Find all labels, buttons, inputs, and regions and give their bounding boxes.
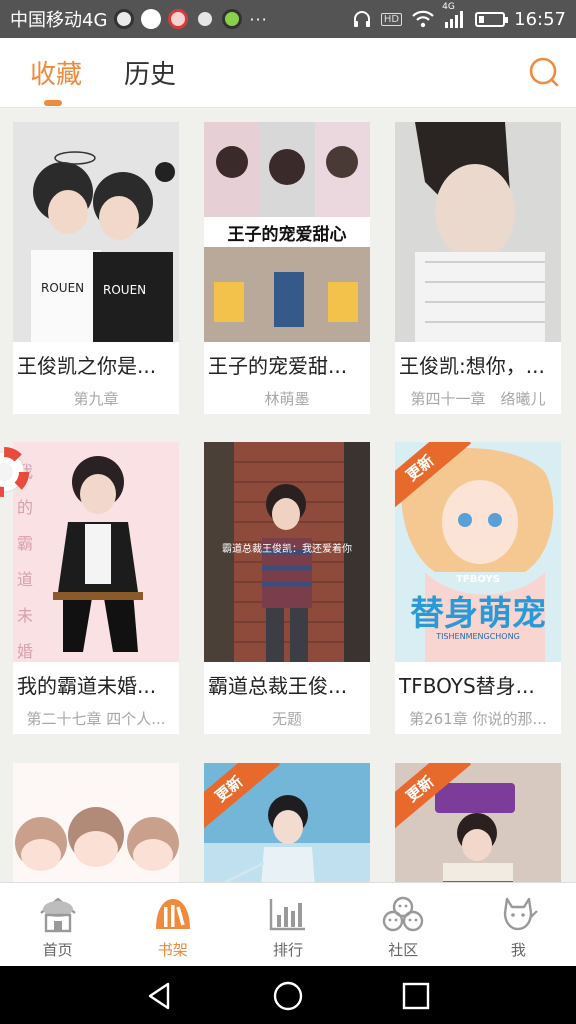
signal-icon xyxy=(445,11,464,28)
book-card[interactable]: ROUEN ROUEN 王俊凯之你是... 第九章 xyxy=(13,122,179,414)
book-title: 王子的宠爱甜... xyxy=(208,354,348,378)
recent-apps-icon[interactable] xyxy=(400,980,432,1012)
book-card[interactable]: 更新 xyxy=(395,763,561,882)
book-title: 王俊凯:想你，... xyxy=(399,354,545,378)
book-card[interactable]: 我的霸道未婚妻 我的霸道未婚... 第二十七章 四个人... xyxy=(13,442,179,734)
home-button-icon[interactable] xyxy=(272,980,304,1012)
book-subtitle: 林萌墨 xyxy=(264,390,310,408)
back-icon[interactable] xyxy=(144,980,176,1012)
book-cover: 霸道总裁王俊凯：我还爱着你 xyxy=(204,442,370,662)
book-cover xyxy=(395,122,561,342)
tab-history[interactable]: 历史 xyxy=(124,54,176,91)
svg-text:ROUEN: ROUEN xyxy=(41,281,84,295)
nav-community[interactable]: 社区 xyxy=(346,883,461,966)
nav-profile[interactable]: 我 xyxy=(461,883,576,966)
cover-text: 霸道总裁王俊凯：我还爱着你 xyxy=(222,544,352,555)
cover-text: 王子的宠爱甜心 xyxy=(227,225,347,245)
network-type-label: 4G xyxy=(442,2,455,12)
nav-label: 社区 xyxy=(388,941,419,959)
home-icon xyxy=(39,897,76,933)
nav-label: 书架 xyxy=(157,941,188,959)
more-notifications-indicator: ··· xyxy=(249,9,268,29)
ranking-icon xyxy=(269,899,305,931)
carrier-label: 中国移动4G xyxy=(10,10,108,31)
cover-text-en: TFBOYS xyxy=(456,574,500,585)
status-bar: 中国移动4G ··· HD 4G 16:57 xyxy=(0,0,576,38)
wifi-icon xyxy=(412,10,434,28)
book-subtitle: 第九章 xyxy=(73,390,119,408)
headphones-icon xyxy=(353,11,370,27)
hd-voice-badge: HD xyxy=(380,12,403,26)
cover-text-small: TISHENMENGCHONG xyxy=(436,632,520,641)
book-title: 霸道总裁王俊... xyxy=(208,674,348,698)
book-cover: 更新 xyxy=(204,763,370,882)
header-tabs: 收藏 历史 xyxy=(0,38,576,108)
app-notification-icon xyxy=(141,9,162,29)
search-icon[interactable] xyxy=(526,56,560,90)
bookshelf-icon xyxy=(155,899,190,929)
nav-home[interactable]: 首页 xyxy=(0,883,115,966)
book-cover: 我的霸道未婚妻 xyxy=(13,442,179,662)
system-nav-bar xyxy=(0,966,576,1024)
book-title: 我的霸道未婚... xyxy=(17,674,157,698)
book-title: TFBOYS替身... xyxy=(399,674,535,698)
community-icon xyxy=(383,896,424,932)
book-card[interactable]: TFBOYS 替身萌宠 TISHENMENGCHONG 更新 TFBOYS替身.… xyxy=(395,442,561,734)
book-card[interactable]: 更新 xyxy=(204,763,370,882)
bottom-nav: 首页 书架 排行 社区 我 xyxy=(0,882,576,966)
tab-favorites[interactable]: 收藏 xyxy=(30,54,82,91)
book-title: 王俊凯之你是... xyxy=(17,354,157,378)
nav-label: 我 xyxy=(510,941,526,959)
app-screen: 中国移动4G ··· HD 4G 16:57 收藏 历史 ROUEN ROUEN… xyxy=(0,0,576,1024)
nav-bookshelf[interactable]: 书架 xyxy=(115,883,230,966)
book-card[interactable] xyxy=(13,763,179,882)
nav-ranking[interactable]: 排行 xyxy=(230,883,345,966)
book-cover: TFBOYS 替身萌宠 TISHENMENGCHONG 更新 xyxy=(395,442,561,662)
book-subtitle: 第二十七章 四个人... xyxy=(26,710,166,728)
book-subtitle: 第261章 你说的那... xyxy=(409,710,547,728)
nav-label: 排行 xyxy=(273,941,304,959)
nav-label: 首页 xyxy=(42,941,73,959)
book-subtitle: 第四十一章 络曦儿 xyxy=(410,390,546,408)
book-cover: ROUEN ROUEN xyxy=(13,122,179,342)
book-card[interactable]: 王俊凯:想你，... 第四十一章 络曦儿 xyxy=(395,122,561,414)
app-notification-icon xyxy=(114,9,135,29)
profile-icon xyxy=(504,897,539,931)
book-card[interactable]: 霸道总裁王俊凯：我还爱着你 霸道总裁王俊... 无题 xyxy=(204,442,370,734)
book-subtitle: 无题 xyxy=(271,710,302,728)
weibo-icon xyxy=(168,9,189,29)
book-cover: 更新 xyxy=(395,763,561,882)
book-cover xyxy=(13,763,179,882)
clock: 16:57 xyxy=(514,8,566,30)
battery-icon xyxy=(475,11,509,27)
lifebuoy-float-icon[interactable] xyxy=(0,446,30,498)
book-cover: 王子的宠爱甜心 xyxy=(204,122,370,342)
book-card[interactable]: 王子的宠爱甜心 王子的宠爱甜... 林萌墨 xyxy=(204,122,370,414)
active-tab-indicator xyxy=(44,100,62,106)
bookshelf-grid: ROUEN ROUEN 王俊凯之你是... 第九章 王子的宠爱甜心 王子的宠爱甜… xyxy=(0,108,576,882)
app-notification-icon xyxy=(195,9,216,29)
svg-text:ROUEN: ROUEN xyxy=(103,283,146,297)
video-app-icon xyxy=(222,9,243,29)
cover-text: 替身萌宠 xyxy=(410,594,546,634)
